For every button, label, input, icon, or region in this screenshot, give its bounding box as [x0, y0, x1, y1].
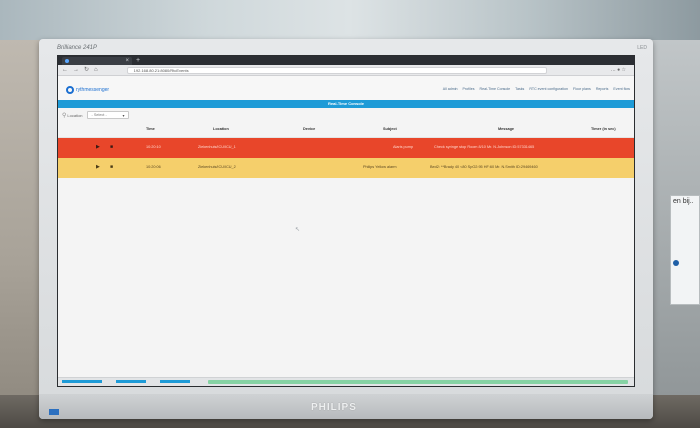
monitor-bezel-bottom: PHILIPS [39, 394, 653, 419]
header-subject[interactable]: Subject [383, 127, 397, 131]
cell-location: Ziekenhuis/ICU/ICU_2 [198, 165, 236, 169]
filter-row: ⚲ Location - Select - ▾ [58, 108, 634, 122]
play-icon[interactable]: ▶ [96, 144, 100, 150]
cell-time: 10:20:06 [146, 165, 161, 169]
blue-dot-icon [673, 260, 679, 266]
filter-label: Location [67, 112, 83, 118]
browser-tools[interactable]: … ● ☆ [611, 65, 626, 76]
taskbar [58, 377, 634, 386]
home-icon[interactable]: ⌂ [94, 65, 98, 76]
cell-subject: Philips Yellow alarm [363, 165, 397, 169]
taskbar-item[interactable] [160, 380, 190, 383]
nav-real-time-console[interactable]: Real-Time Console [480, 87, 511, 91]
nav-tasks[interactable]: Tasks [515, 87, 524, 91]
reload-icon[interactable]: ↻ [84, 65, 89, 76]
app-header: rythmessenger All admin Profiles Real-Ti… [58, 76, 634, 100]
section-title-bar: Real-Time Console [58, 100, 634, 108]
energy-badge-icon [49, 409, 59, 415]
url-input[interactable]: 192.168.80.21:8080/RtcEvents [126, 66, 547, 74]
chevron-down-icon: ▾ [122, 113, 125, 118]
back-icon[interactable]: ← [62, 65, 68, 76]
background-window [0, 0, 700, 40]
favicon-icon [65, 59, 69, 63]
monitor-logo: PHILIPS [311, 402, 357, 413]
table-empty-area: ↖ [58, 178, 634, 381]
side-paper: en bij.. [670, 195, 700, 305]
cursor-icon: ↖ [295, 227, 301, 233]
screen: × + ← → ↻ ⌂ 192.168.80.21:8080/RtcEvents… [57, 55, 635, 387]
table-row[interactable]: ▶ ■ 10:20:10 Ziekenhuis/ICU/ICU_1 Alaris… [58, 138, 634, 158]
cell-subject: Alaris pump [393, 145, 414, 149]
acknowledge-icon[interactable]: ■ [110, 144, 113, 150]
side-paper-text: en bij.. [673, 198, 694, 205]
taskbar-item[interactable] [116, 380, 146, 383]
acknowledge-icon[interactable]: ■ [110, 164, 113, 170]
header-time[interactable]: Time [146, 127, 155, 131]
monitor-brand: Brilliance 241P [57, 45, 98, 51]
top-nav: All admin Profiles Real-Time Console Tas… [443, 87, 630, 91]
nav-floor-plans[interactable]: Floor plans [573, 87, 591, 91]
table-row[interactable]: ▶ ■ 10:20:06 Ziekenhuis/ICU/ICU_2 Philip… [58, 158, 634, 178]
nav-profiles[interactable]: Profiles [463, 87, 475, 91]
cell-time: 10:20:10 [146, 145, 161, 149]
monitor-model: LED [637, 45, 647, 51]
play-icon[interactable]: ▶ [96, 164, 100, 170]
header-timer[interactable]: Timer (in sec) [591, 127, 616, 131]
close-icon[interactable]: × [125, 57, 129, 65]
logo-ring-icon [66, 86, 74, 94]
cell-location: Ziekenhuis/ICU/ICU_1 [198, 145, 236, 149]
taskbar-progress [208, 380, 628, 384]
nav-rtc-event-configuration[interactable]: RTC event configuration [529, 87, 568, 91]
app-logo[interactable]: rythmessenger [66, 86, 109, 94]
table-header: Time Location Device Subject Message Tim… [58, 122, 634, 138]
cell-message: Bed2: **Brady 40 <80 SpO2:95 HF:60 Mr. N… [430, 165, 538, 169]
new-tab-icon[interactable]: + [136, 56, 140, 65]
background-shelf [0, 40, 40, 410]
header-message[interactable]: Message [498, 127, 514, 131]
cell-message: Check syringe stop Room 8/10 Mr. N.Johns… [434, 145, 535, 149]
nav-all-admin[interactable]: All admin [443, 87, 458, 91]
header-location[interactable]: Location [213, 127, 229, 131]
filter-icon: ⚲ [62, 112, 67, 119]
location-select[interactable]: - Select - ▾ [86, 111, 129, 119]
nav-reports[interactable]: Reports [596, 87, 609, 91]
logo-text: rythmessenger [76, 87, 110, 93]
browser-addressbar: ← → ↻ ⌂ 192.168.80.21:8080/RtcEvents … ●… [58, 65, 634, 76]
taskbar-item[interactable] [62, 380, 102, 383]
forward-icon[interactable]: → [73, 65, 79, 76]
browser-tabbar: × + [58, 56, 634, 65]
nav-event-flow[interactable]: Event flow [613, 87, 630, 91]
header-device[interactable]: Device [303, 127, 315, 131]
location-select-value: - Select - [91, 113, 107, 117]
monitor: Brilliance 241P LED × + ← → ↻ ⌂ 192.168.… [39, 39, 653, 419]
